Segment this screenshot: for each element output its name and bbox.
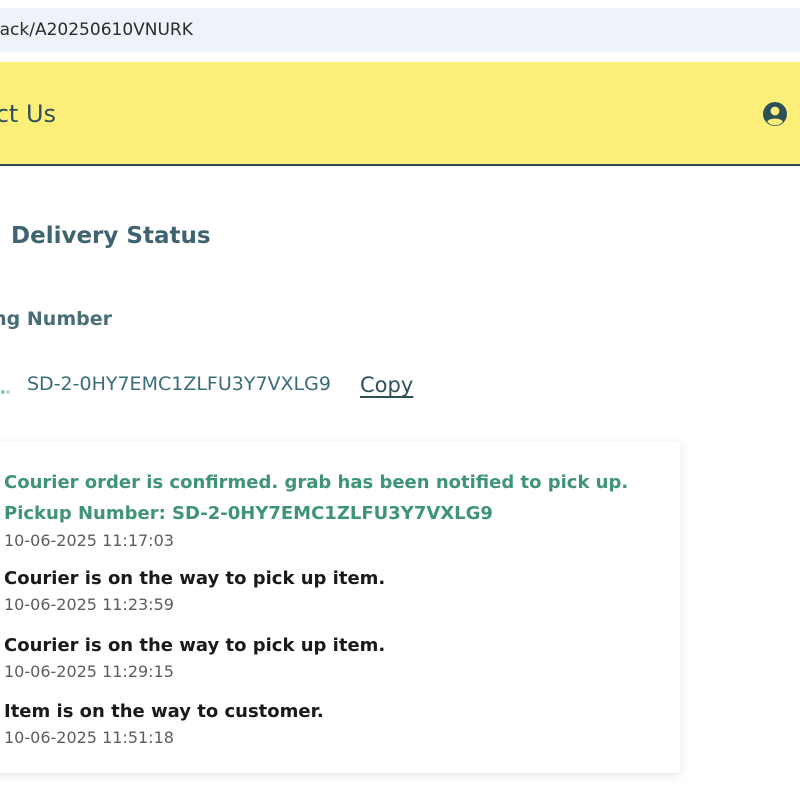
timeline-event: Courier is on the way to pick up item. 1… [4, 632, 385, 684]
browser-address-bar: rtrack/A20250610VNURK [0, 0, 800, 60]
event-timestamp: 10-06-2025 11:17:03 [4, 531, 174, 550]
event-title: Courier order is confirmed. grab has bee… [4, 472, 629, 493]
event-timestamp: 10-06-2025 11:23:59 [4, 595, 174, 614]
nav-contact-us[interactable]: act Us [0, 62, 56, 166]
carrier-logo-icon [0, 382, 14, 394]
address-field[interactable]: rtrack/A20250610VNURK [0, 8, 800, 52]
account-circle-icon[interactable] [761, 100, 789, 128]
tracking-number-value: SD-2-0HY7EMC1ZLFU3Y7VXLG9 [27, 373, 331, 395]
event-title: Item is on the way to customer. [4, 701, 324, 722]
event-title: Courier is on the way to pick up item. [4, 635, 386, 656]
page-title: Delivery Status [11, 223, 211, 249]
delivery-timeline: Courier order is confirmed. grab has bee… [0, 441, 680, 773]
address-url[interactable]: rtrack/A20250610VNURK [0, 8, 193, 52]
event-timestamp: 10-06-2025 11:29:15 [4, 662, 174, 681]
timeline-event: Courier order is confirmed. grab has bee… [4, 467, 628, 553]
event-title: Courier is on the way to pick up item. [4, 568, 386, 589]
page: rtrack/A20250610VNURK act Us Delivery St… [0, 0, 800, 800]
event-timestamp: 10-06-2025 11:51:18 [4, 728, 174, 747]
site-navbar: act Us [0, 62, 800, 166]
tracking-number-label: king Number [0, 308, 112, 330]
copy-button[interactable]: Copy [360, 373, 413, 397]
timeline-event: Item is on the way to customer. 10-06-20… [4, 698, 324, 750]
timeline-event: Courier is on the way to pick up item. 1… [4, 565, 385, 617]
pickup-number: Pickup Number: SD-2-0HY7EMC1ZLFU3Y7VXLG9 [4, 503, 493, 524]
